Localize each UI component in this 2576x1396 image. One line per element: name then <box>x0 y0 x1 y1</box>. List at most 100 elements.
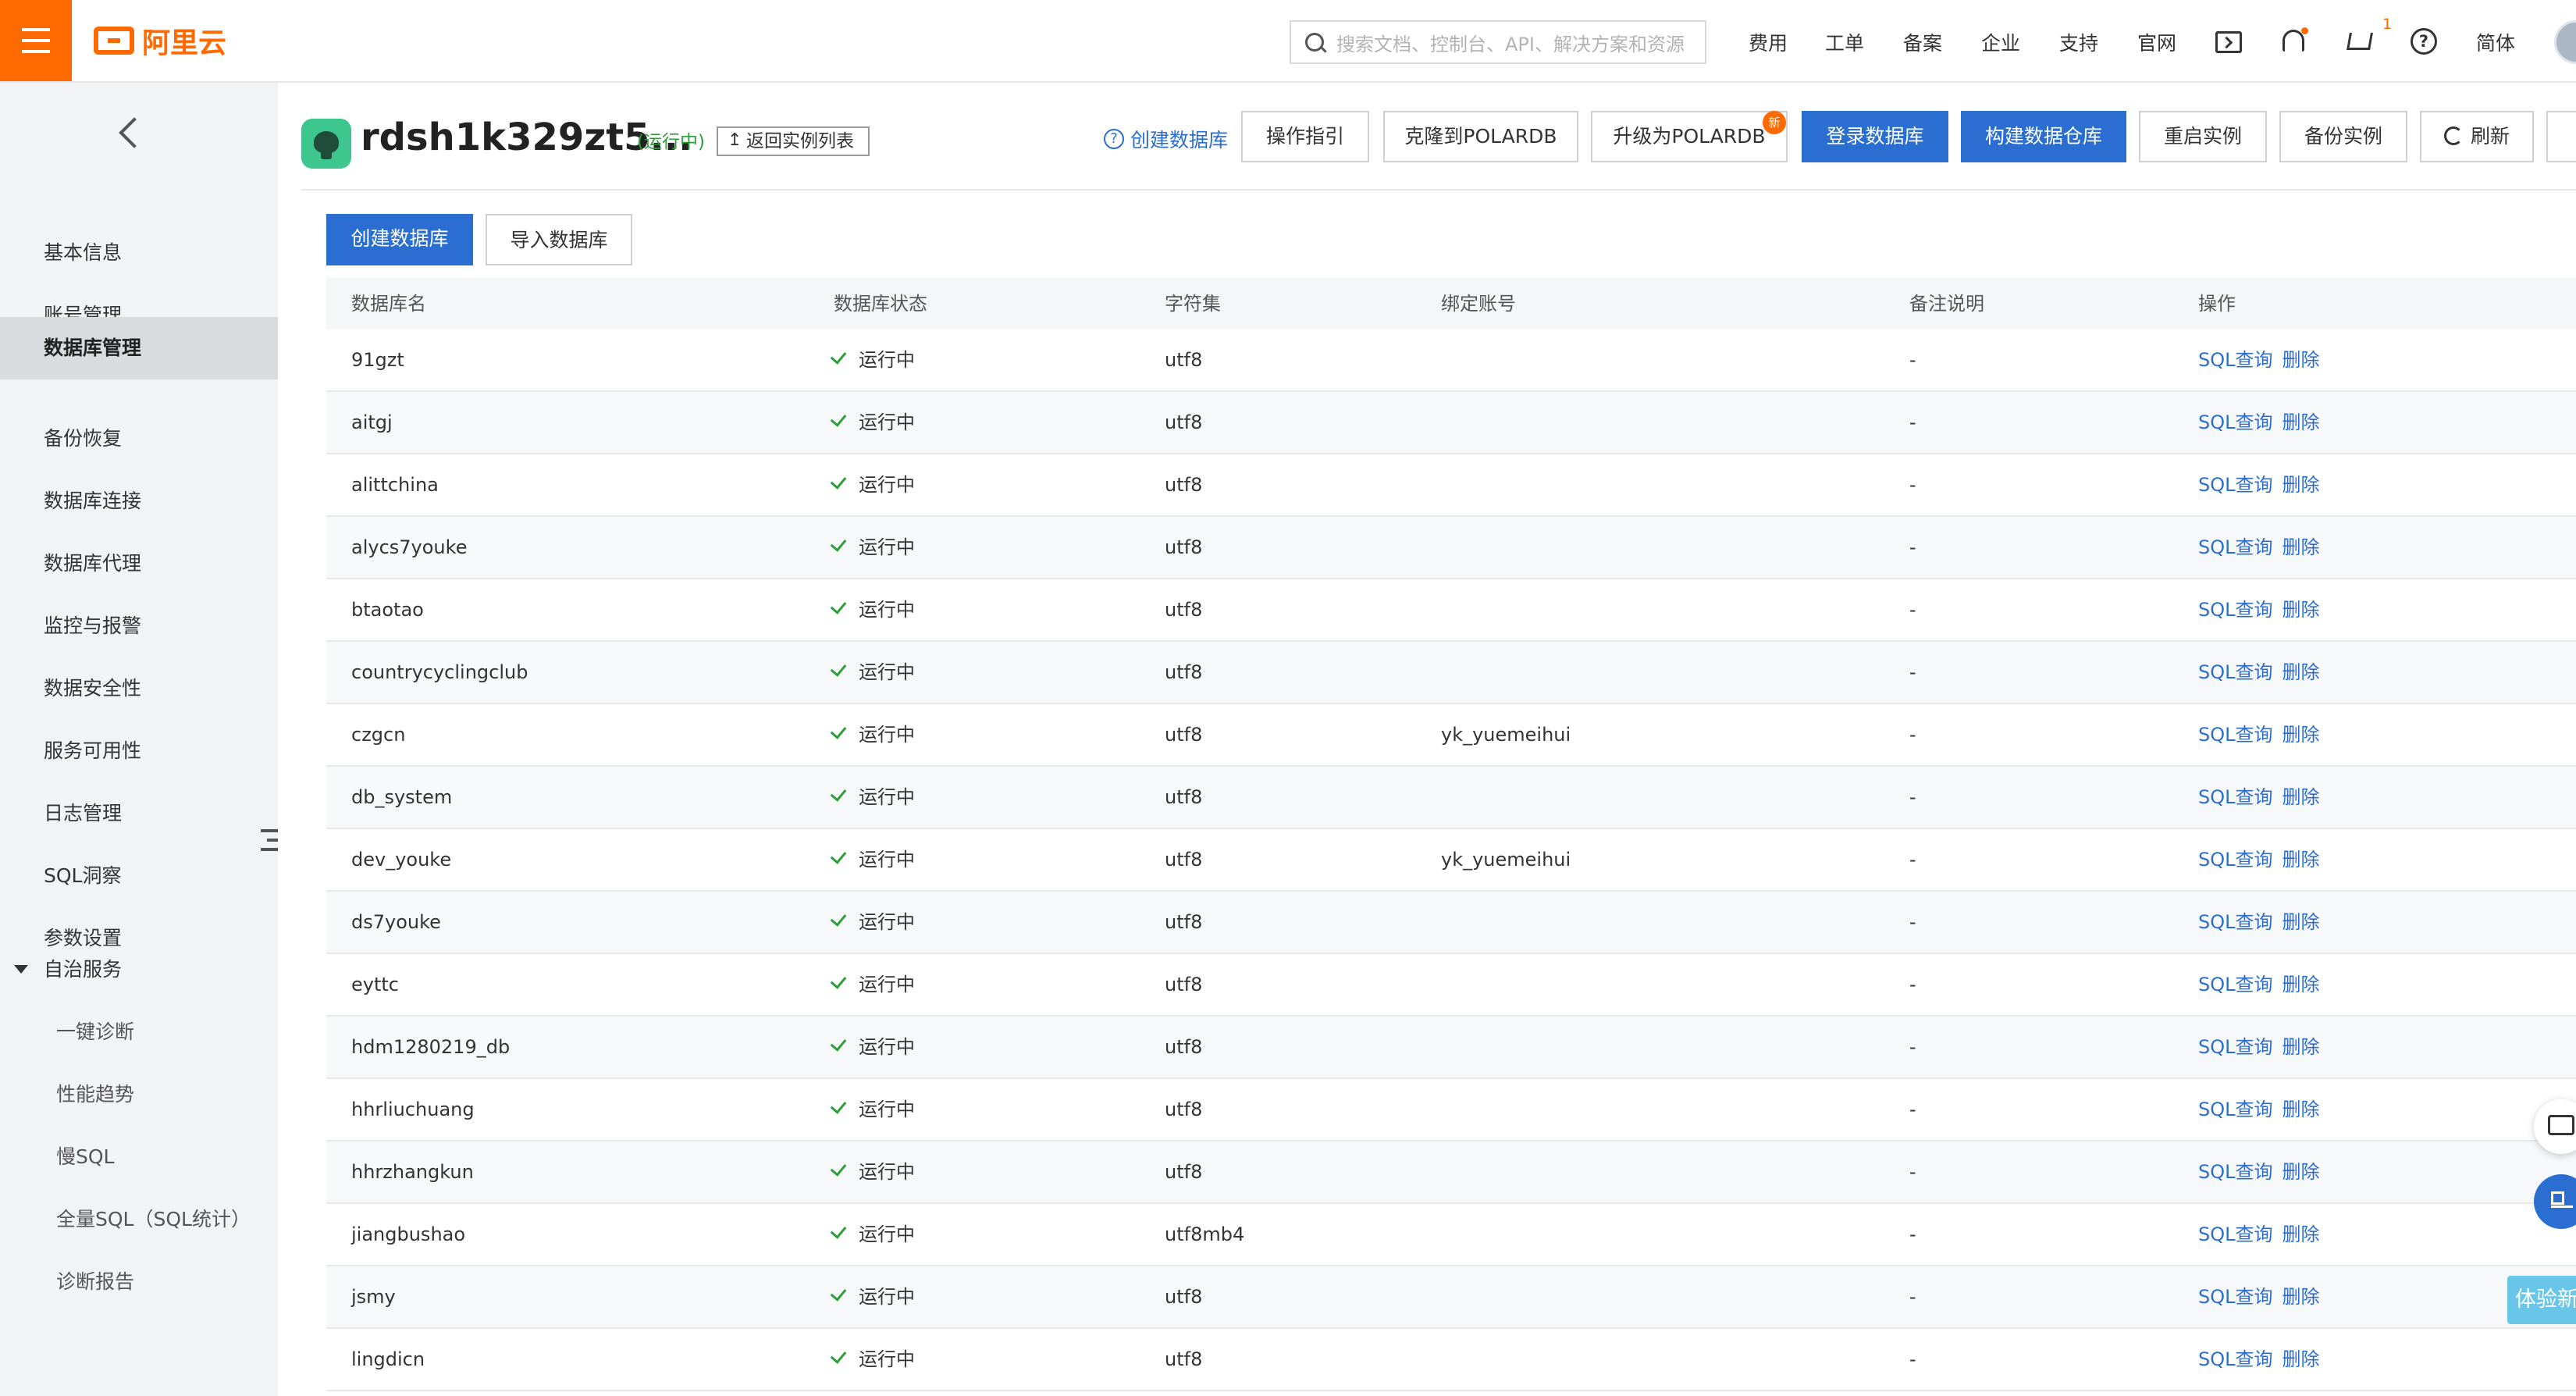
sql-query-link[interactable]: SQL查询 <box>2198 1036 2273 1058</box>
sidebar-item-proxy[interactable]: 数据库代理 <box>44 532 278 595</box>
search-placeholder: 搜索文档、控制台、API、解决方案和资源 <box>1336 33 1685 55</box>
sidebar-subitem-diagnosis[interactable]: 一键诊断 <box>56 1001 290 1063</box>
sidebar-subitem-full-sql[interactable]: 全量SQL（SQL统计） <box>56 1188 290 1251</box>
back-arrow-icon[interactable] <box>119 117 150 148</box>
delete-link[interactable]: 删除 <box>2282 911 2320 933</box>
sidebar-item-availability[interactable]: 服务可用性 <box>44 720 278 782</box>
delete-link[interactable]: 删除 <box>2282 1036 2320 1058</box>
sidebar-subitem-slow-sql[interactable]: 慢SQL <box>56 1126 290 1188</box>
delete-link[interactable]: 删除 <box>2282 411 2320 433</box>
sql-query-link[interactable]: SQL查询 <box>2198 411 2273 433</box>
refresh-button[interactable]: 刷新 <box>2420 111 2534 162</box>
message-icon[interactable] <box>2215 31 2242 53</box>
upgrade-to-polardb-button[interactable]: 升级为POLARDB 新 <box>1591 111 1788 162</box>
sql-query-link[interactable]: SQL查询 <box>2198 1161 2273 1183</box>
login-database-button[interactable]: 登录数据库 <box>1802 111 1948 162</box>
delete-link[interactable]: 删除 <box>2282 1161 2320 1183</box>
sql-query-link[interactable]: SQL查询 <box>2198 474 2273 496</box>
table-row: dev_youke 运行中 utf8 yk_yuemeihui - SQL查询 删除 <box>326 829 2576 892</box>
sql-query-link[interactable]: SQL查询 <box>2198 911 2273 933</box>
nav-tickets[interactable]: 工单 <box>1825 28 1864 56</box>
delete-link[interactable]: 删除 <box>2282 474 2320 496</box>
sidebar-item-monitoring[interactable]: 监控与报警 <box>44 595 278 657</box>
db-actions: SQL查询 删除 <box>2198 517 2329 578</box>
delete-link[interactable]: 删除 <box>2282 536 2320 558</box>
delete-link[interactable]: 删除 <box>2282 974 2320 995</box>
sql-query-link[interactable]: SQL查询 <box>2198 661 2273 683</box>
back-to-list-button[interactable]: 返回实例列表 <box>717 126 870 156</box>
table-row: hdm1280219_db 运行中 utf8 - SQL查询 删除 <box>326 1017 2576 1079</box>
try-new-button[interactable]: 体验新 <box>2507 1276 2576 1324</box>
backup-instance-button[interactable]: 备份实例 <box>2279 111 2407 162</box>
aliyun-logo[interactable]: 阿里云 <box>94 20 226 61</box>
sidebar-item-sql-insight[interactable]: SQL洞察 <box>44 845 278 907</box>
delete-link[interactable]: 删除 <box>2282 786 2320 808</box>
restart-instance-button[interactable]: 重启实例 <box>2139 111 2267 162</box>
database-table: 数据库名 数据库状态 字符集 绑定账号 备注说明 操作 91gzt 运行中 utf8… <box>326 278 2576 1391</box>
delete-link[interactable]: 删除 <box>2282 1099 2320 1120</box>
db-note: - <box>1909 661 1916 683</box>
sidebar-item-autonomy[interactable]: 自治服务 <box>44 938 278 1001</box>
db-status: 运行中 <box>830 892 915 953</box>
delete-link[interactable]: 删除 <box>2282 599 2320 621</box>
sidebar-subitem-diagnosis-report[interactable]: 诊断报告 <box>56 1251 290 1313</box>
cart-icon[interactable] <box>2347 33 2373 50</box>
delete-link[interactable]: 删除 <box>2282 724 2320 746</box>
sidebar-item-database-management[interactable]: 数据库管理 <box>0 317 278 379</box>
sql-query-link[interactable]: SQL查询 <box>2198 724 2273 746</box>
build-warehouse-button[interactable]: 构建数据仓库 <box>1961 111 2126 162</box>
sidebar-item-connection[interactable]: 数据库连接 <box>44 470 278 532</box>
delete-link[interactable]: 删除 <box>2282 661 2320 683</box>
db-actions: SQL查询 删除 <box>2198 1329 2329 1390</box>
delete-link[interactable]: 删除 <box>2282 849 2320 871</box>
sql-query-link[interactable]: SQL查询 <box>2198 786 2273 808</box>
db-status: 运行中 <box>830 829 915 890</box>
create-database-help-link[interactable]: ? 创建数据库 <box>1104 125 1228 153</box>
guide-button[interactable]: 操作指引 <box>1241 111 1369 162</box>
sql-query-link[interactable]: SQL查询 <box>2198 974 2273 995</box>
sql-query-link[interactable]: SQL查询 <box>2198 349 2273 371</box>
sidebar-item-basic-info[interactable]: 基本信息 <box>44 222 278 284</box>
clone-to-polardb-button[interactable]: 克隆到POLARDB <box>1383 111 1578 162</box>
more-options-icon[interactable] <box>2546 111 2576 162</box>
delete-link[interactable]: 删除 <box>2282 349 2320 371</box>
nav-support[interactable]: 支持 <box>2059 28 2098 56</box>
db-actions: SQL查询 删除 <box>2198 954 2329 1015</box>
delete-link[interactable]: 删除 <box>2282 1348 2320 1370</box>
db-status: 运行中 <box>830 1204 915 1265</box>
sql-query-link[interactable]: SQL查询 <box>2198 536 2273 558</box>
collapse-sidebar-icon[interactable] <box>261 829 278 853</box>
sidebar-item-backup-restore[interactable]: 备份恢复 <box>44 408 278 470</box>
nav-billing[interactable]: 费用 <box>1749 28 1788 56</box>
status-text: 运行中 <box>859 1348 915 1370</box>
db-note: - <box>1909 849 1916 871</box>
db-name: jsmy <box>351 1286 396 1308</box>
avatar[interactable] <box>2554 20 2576 64</box>
sql-query-link[interactable]: SQL查询 <box>2198 1348 2273 1370</box>
delete-link[interactable]: 删除 <box>2282 1286 2320 1308</box>
sql-query-link[interactable]: SQL查询 <box>2198 849 2273 871</box>
caret-down-icon[interactable] <box>14 965 28 974</box>
nav-official-site[interactable]: 官网 <box>2137 28 2176 56</box>
bell-icon[interactable] <box>2282 27 2308 52</box>
status-text: 运行中 <box>859 724 915 746</box>
sidebar-item-security[interactable]: 数据安全性 <box>44 657 278 720</box>
import-database-button[interactable]: 导入数据库 <box>486 214 632 265</box>
sql-query-link[interactable]: SQL查询 <box>2198 1099 2273 1120</box>
create-database-button[interactable]: 创建数据库 <box>326 214 473 265</box>
delete-link[interactable]: 删除 <box>2282 1223 2320 1245</box>
sql-query-link[interactable]: SQL查询 <box>2198 599 2273 621</box>
hamburger-menu-icon[interactable] <box>0 0 72 81</box>
sql-query-link[interactable]: SQL查询 <box>2198 1223 2273 1245</box>
db-name: hhrzhangkun <box>351 1161 474 1183</box>
status-text: 运行中 <box>859 1036 915 1058</box>
sidebar-item-logs[interactable]: 日志管理 <box>44 782 278 845</box>
global-search-input[interactable]: 搜索文档、控制台、API、解决方案和资源 <box>1290 20 1706 64</box>
db-note: - <box>1909 474 1916 496</box>
nav-enterprise[interactable]: 企业 <box>1981 28 2020 56</box>
sidebar-subitem-performance[interactable]: 性能趋势 <box>56 1063 290 1126</box>
help-icon[interactable]: ? <box>2411 28 2437 55</box>
language-switch[interactable]: 简体 <box>2476 28 2515 56</box>
sql-query-link[interactable]: SQL查询 <box>2198 1286 2273 1308</box>
nav-filing[interactable]: 备案 <box>1903 28 1942 56</box>
